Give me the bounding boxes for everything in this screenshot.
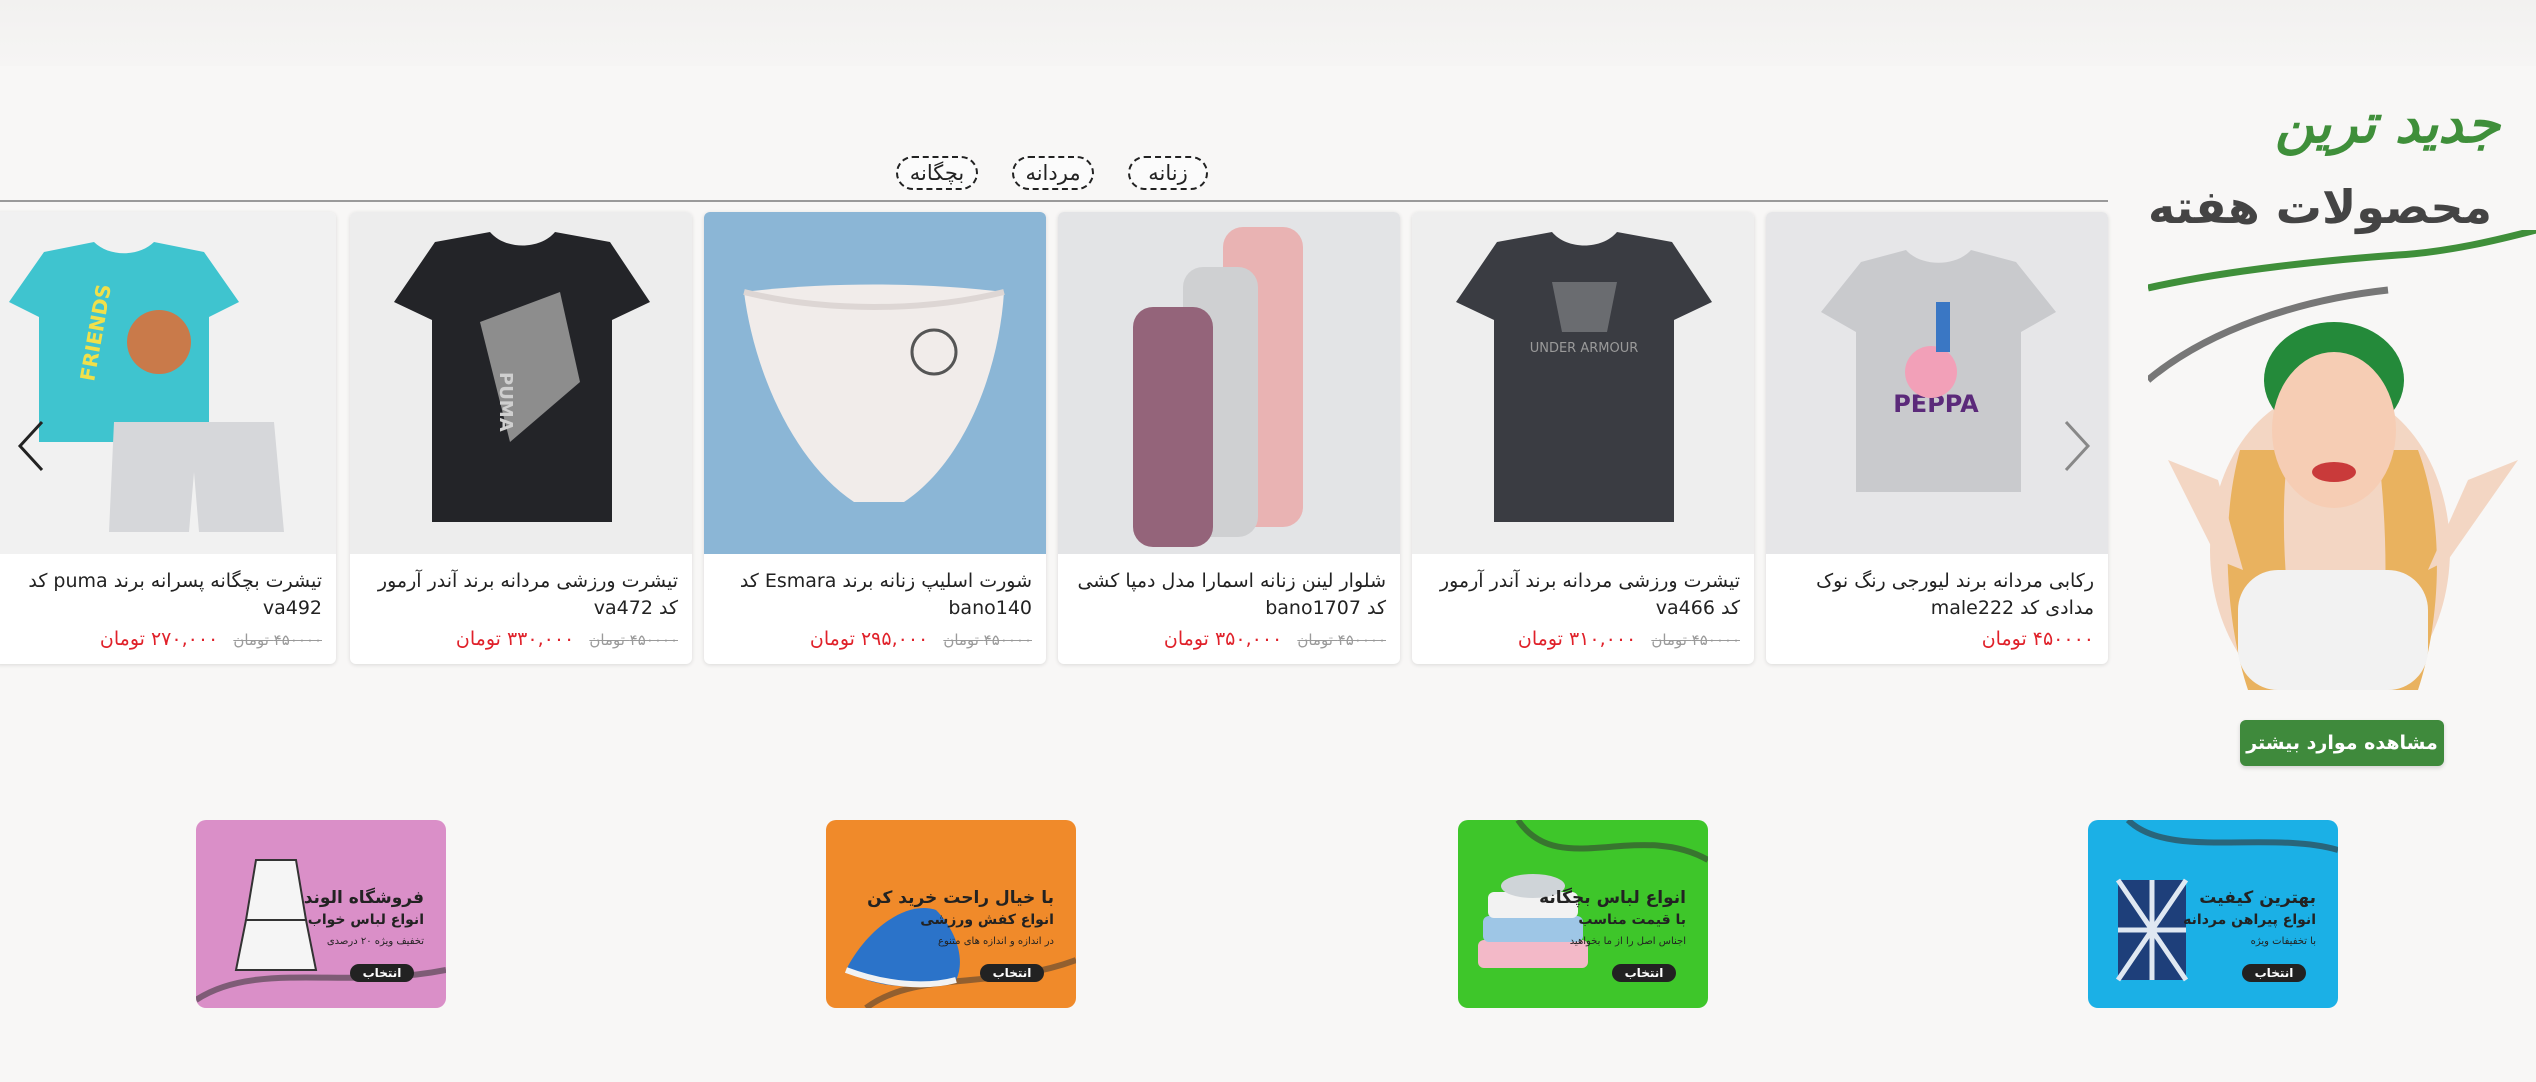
banner-note: با تخفیفات ویژه: [2250, 936, 2316, 947]
tab-men[interactable]: مردانه: [1012, 156, 1094, 190]
banner-title: انواع لباس بچگانه: [1539, 888, 1686, 908]
banner-sleepwear[interactable]: فروشگاه الوند انواع لباس خواب تخفیف ویژه…: [196, 820, 446, 1008]
banner-sport-shoes[interactable]: با خیال راحت خرید کن انواع کفش ورزشی در …: [826, 820, 1076, 1008]
product-price: ۴۵۰۰۰۰ تومان ۲۷۰,۰۰۰ تومان: [0, 622, 336, 664]
banner-note: تخفیف ویژه ۲۰ درصدی: [326, 936, 424, 947]
old-price: ۴۵۰۰۰۰ تومان: [943, 631, 1032, 649]
banner-select-button[interactable]: انتخاب: [350, 964, 414, 982]
banner-select-button[interactable]: انتخاب: [980, 964, 1044, 982]
current-price: ۳۵۰,۰۰۰ تومان: [1163, 628, 1283, 650]
product-name: تیشرت ورزشی مردانه برند آندر آرمور کد va…: [1439, 570, 1740, 619]
banner-subtitle: انواع کفش ورزشی: [920, 912, 1054, 928]
current-price: ۳۱۰,۰۰۰ تومان: [1517, 628, 1637, 650]
tabs-divider: [0, 200, 2108, 202]
chevron-right-icon: [2064, 420, 2091, 472]
current-price: ۲۷۰,۰۰۰ تومان: [99, 628, 219, 650]
product-image: PUMA: [350, 212, 692, 554]
product-name: شلوار لینن زنانه اسمارا مدل دمپا کشی کد …: [1077, 570, 1386, 619]
current-price: ۳۳۰,۰۰۰ تومان: [455, 628, 575, 650]
hero-title-weekly-products: محصولات هفته: [2148, 180, 2492, 234]
view-more-button[interactable]: مشاهده موارد بیشتر: [2240, 720, 2444, 766]
banner-note: اجناس اصل را از ما بخواهید: [1569, 936, 1686, 947]
top-header-strip: [0, 0, 2536, 66]
old-price: ۴۵۰۰۰۰ تومان: [589, 631, 678, 649]
product-card[interactable]: شلوار لینن زنانه اسمارا مدل دمپا کشی کد …: [1058, 212, 1400, 664]
banner-select-button[interactable]: انتخاب: [1612, 964, 1676, 982]
current-price: ۴۵۰۰۰۰ تومان: [1981, 628, 2094, 650]
hero-title-newest: جدید ترین: [2275, 92, 2500, 155]
banner-note: در اندازه و اندازه های متنوع: [938, 936, 1054, 947]
tab-women[interactable]: زنانه: [1128, 156, 1208, 190]
product-name: تیشرت بچگانه پسرانه برند puma کد va492: [28, 570, 322, 619]
old-price: ۴۵۰۰۰۰ تومان: [233, 631, 322, 649]
banner-title: با خیال راحت خرید کن: [867, 888, 1054, 908]
banner-select-button[interactable]: انتخاب: [2242, 964, 2306, 982]
product-price: ۴۵۰۰۰۰ تومان ۳۳۰,۰۰۰ تومان: [350, 622, 692, 664]
tab-kids[interactable]: بچگانه: [896, 156, 978, 190]
product-image: FRIENDS: [0, 212, 336, 554]
product-price: ۴۵۰۰۰۰ تومان ۳۱۰,۰۰۰ تومان: [1412, 622, 1754, 664]
product-price: ۴۵۰۰۰۰ تومان ۲۹۵,۰۰۰ تومان: [704, 622, 1046, 664]
chevron-left-icon: [17, 420, 44, 472]
under-armour-print-text: UNDER ARMOUR: [1530, 341, 1639, 356]
old-price: ۴۵۰۰۰۰ تومان: [1297, 631, 1386, 649]
product-price: ۴۵۰۰۰۰ تومان: [1766, 622, 2108, 664]
banner-subtitle: انواع لباس خواب: [307, 912, 424, 928]
product-card[interactable]: UNDER ARMOUR تیشرت ورزشی مردانه برند آند…: [1412, 212, 1754, 664]
category-tabs: زنانه مردانه بچگانه: [880, 154, 1230, 194]
banner-mens-shirts[interactable]: بهترین کیفیت انواع پیراهن مردانه با تخفی…: [2088, 820, 2338, 1008]
product-name: شورت اسلیپ زنانه برند Esmara کد bano140: [739, 570, 1032, 619]
puma-print-text: PUMA: [495, 372, 516, 432]
banner-title: بهترین کیفیت: [2199, 888, 2316, 908]
product-image: [704, 212, 1046, 554]
product-image: UNDER ARMOUR: [1412, 212, 1754, 554]
carousel-prev-button[interactable]: [0, 406, 60, 486]
product-name: تیشرت ورزشی مردانه برند آندر آرمور کد va…: [377, 570, 678, 619]
old-price: ۴۵۰۰۰۰ تومان: [1651, 631, 1740, 649]
product-card[interactable]: شورت اسلیپ زنانه برند Esmara کد bano140 …: [704, 212, 1046, 664]
banner-kids-clothing[interactable]: انواع لباس بچگانه با قیمت مناسب اجناس اص…: [1458, 820, 1708, 1008]
product-image: PEPPA: [1766, 212, 2108, 554]
hero-model-image: [2148, 230, 2536, 690]
carousel-next-button[interactable]: [2048, 406, 2108, 486]
banner-subtitle: با قیمت مناسب: [1578, 912, 1686, 928]
current-price: ۲۹۵,۰۰۰ تومان: [809, 628, 929, 650]
banner-subtitle: انواع پیراهن مردانه: [2183, 912, 2316, 928]
banner-title: فروشگاه الوند: [303, 888, 424, 908]
product-price: ۴۵۰۰۰۰ تومان ۳۵۰,۰۰۰ تومان: [1058, 622, 1400, 664]
product-card[interactable]: PUMA تیشرت ورزشی مردانه برند آندر آرمور …: [350, 212, 692, 664]
product-image: [1058, 212, 1400, 554]
product-name: رکابی مردانه برند لیورجی رنگ نوک مدادی ک…: [1816, 570, 2094, 619]
